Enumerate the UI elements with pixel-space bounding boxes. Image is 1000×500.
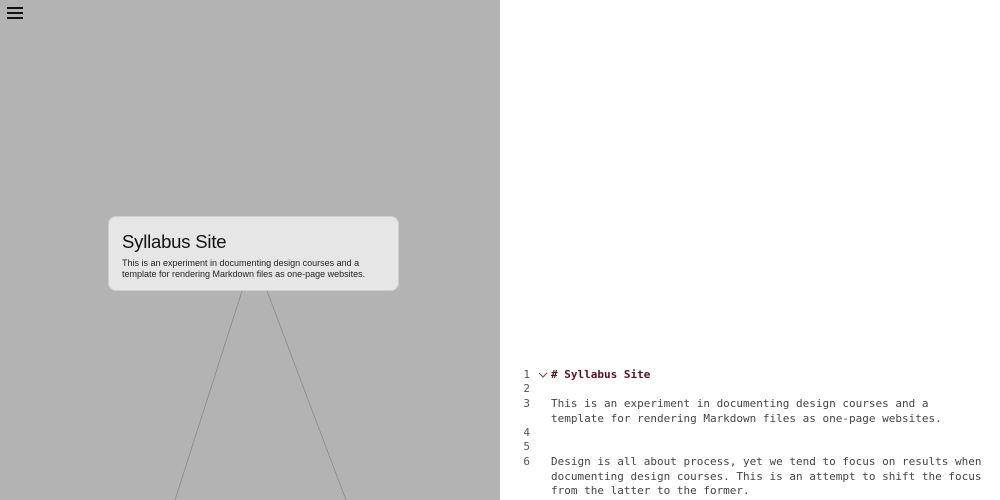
menu-button[interactable] bbox=[4, 4, 26, 22]
chevron-down-icon[interactable] bbox=[538, 370, 548, 380]
line-number: 2 bbox=[523, 382, 530, 395]
hamburger-menu-icon bbox=[7, 7, 23, 9]
line-number: 3 bbox=[523, 397, 530, 410]
line-text: Design is all about process, yet we tend… bbox=[551, 455, 989, 497]
card-title: Syllabus Site bbox=[122, 231, 227, 252]
preview-pane: Syllabus Site This is an experiment in d… bbox=[0, 0, 500, 500]
code-line-2[interactable]: 2 bbox=[500, 382, 1000, 396]
connector-line-left bbox=[174, 290, 243, 500]
hamburger-menu-icon-bar bbox=[7, 17, 23, 19]
code-line-3[interactable]: 3 This is an experiment in documenting d… bbox=[500, 397, 1000, 425]
code-line-5[interactable]: 5 bbox=[500, 440, 1000, 454]
code-line-6[interactable]: 6 Design is all about process, yet we te… bbox=[500, 455, 1000, 497]
connector-line-right bbox=[266, 290, 347, 500]
line-number: 1 bbox=[523, 368, 530, 381]
line-text-heading: # Syllabus Site bbox=[551, 368, 651, 381]
code-line-4[interactable]: 4 bbox=[500, 426, 1000, 440]
card-description: This is an experiment in documenting des… bbox=[122, 258, 366, 279]
code-line-1[interactable]: 1 # Syllabus Site bbox=[500, 368, 1000, 382]
app-window: Syllabus Site This is an experiment in d… bbox=[0, 0, 1000, 500]
line-number: 6 bbox=[523, 455, 530, 468]
line-number: 5 bbox=[523, 440, 530, 453]
line-number: 4 bbox=[523, 426, 530, 439]
markdown-editor[interactable]: 1 # Syllabus Site 2 3 This is an experim… bbox=[500, 0, 1000, 500]
line-text: This is an experiment in documenting des… bbox=[551, 397, 942, 425]
hamburger-menu-icon-bar bbox=[7, 12, 23, 14]
site-title-card[interactable]: Syllabus Site This is an experiment in d… bbox=[108, 216, 399, 291]
